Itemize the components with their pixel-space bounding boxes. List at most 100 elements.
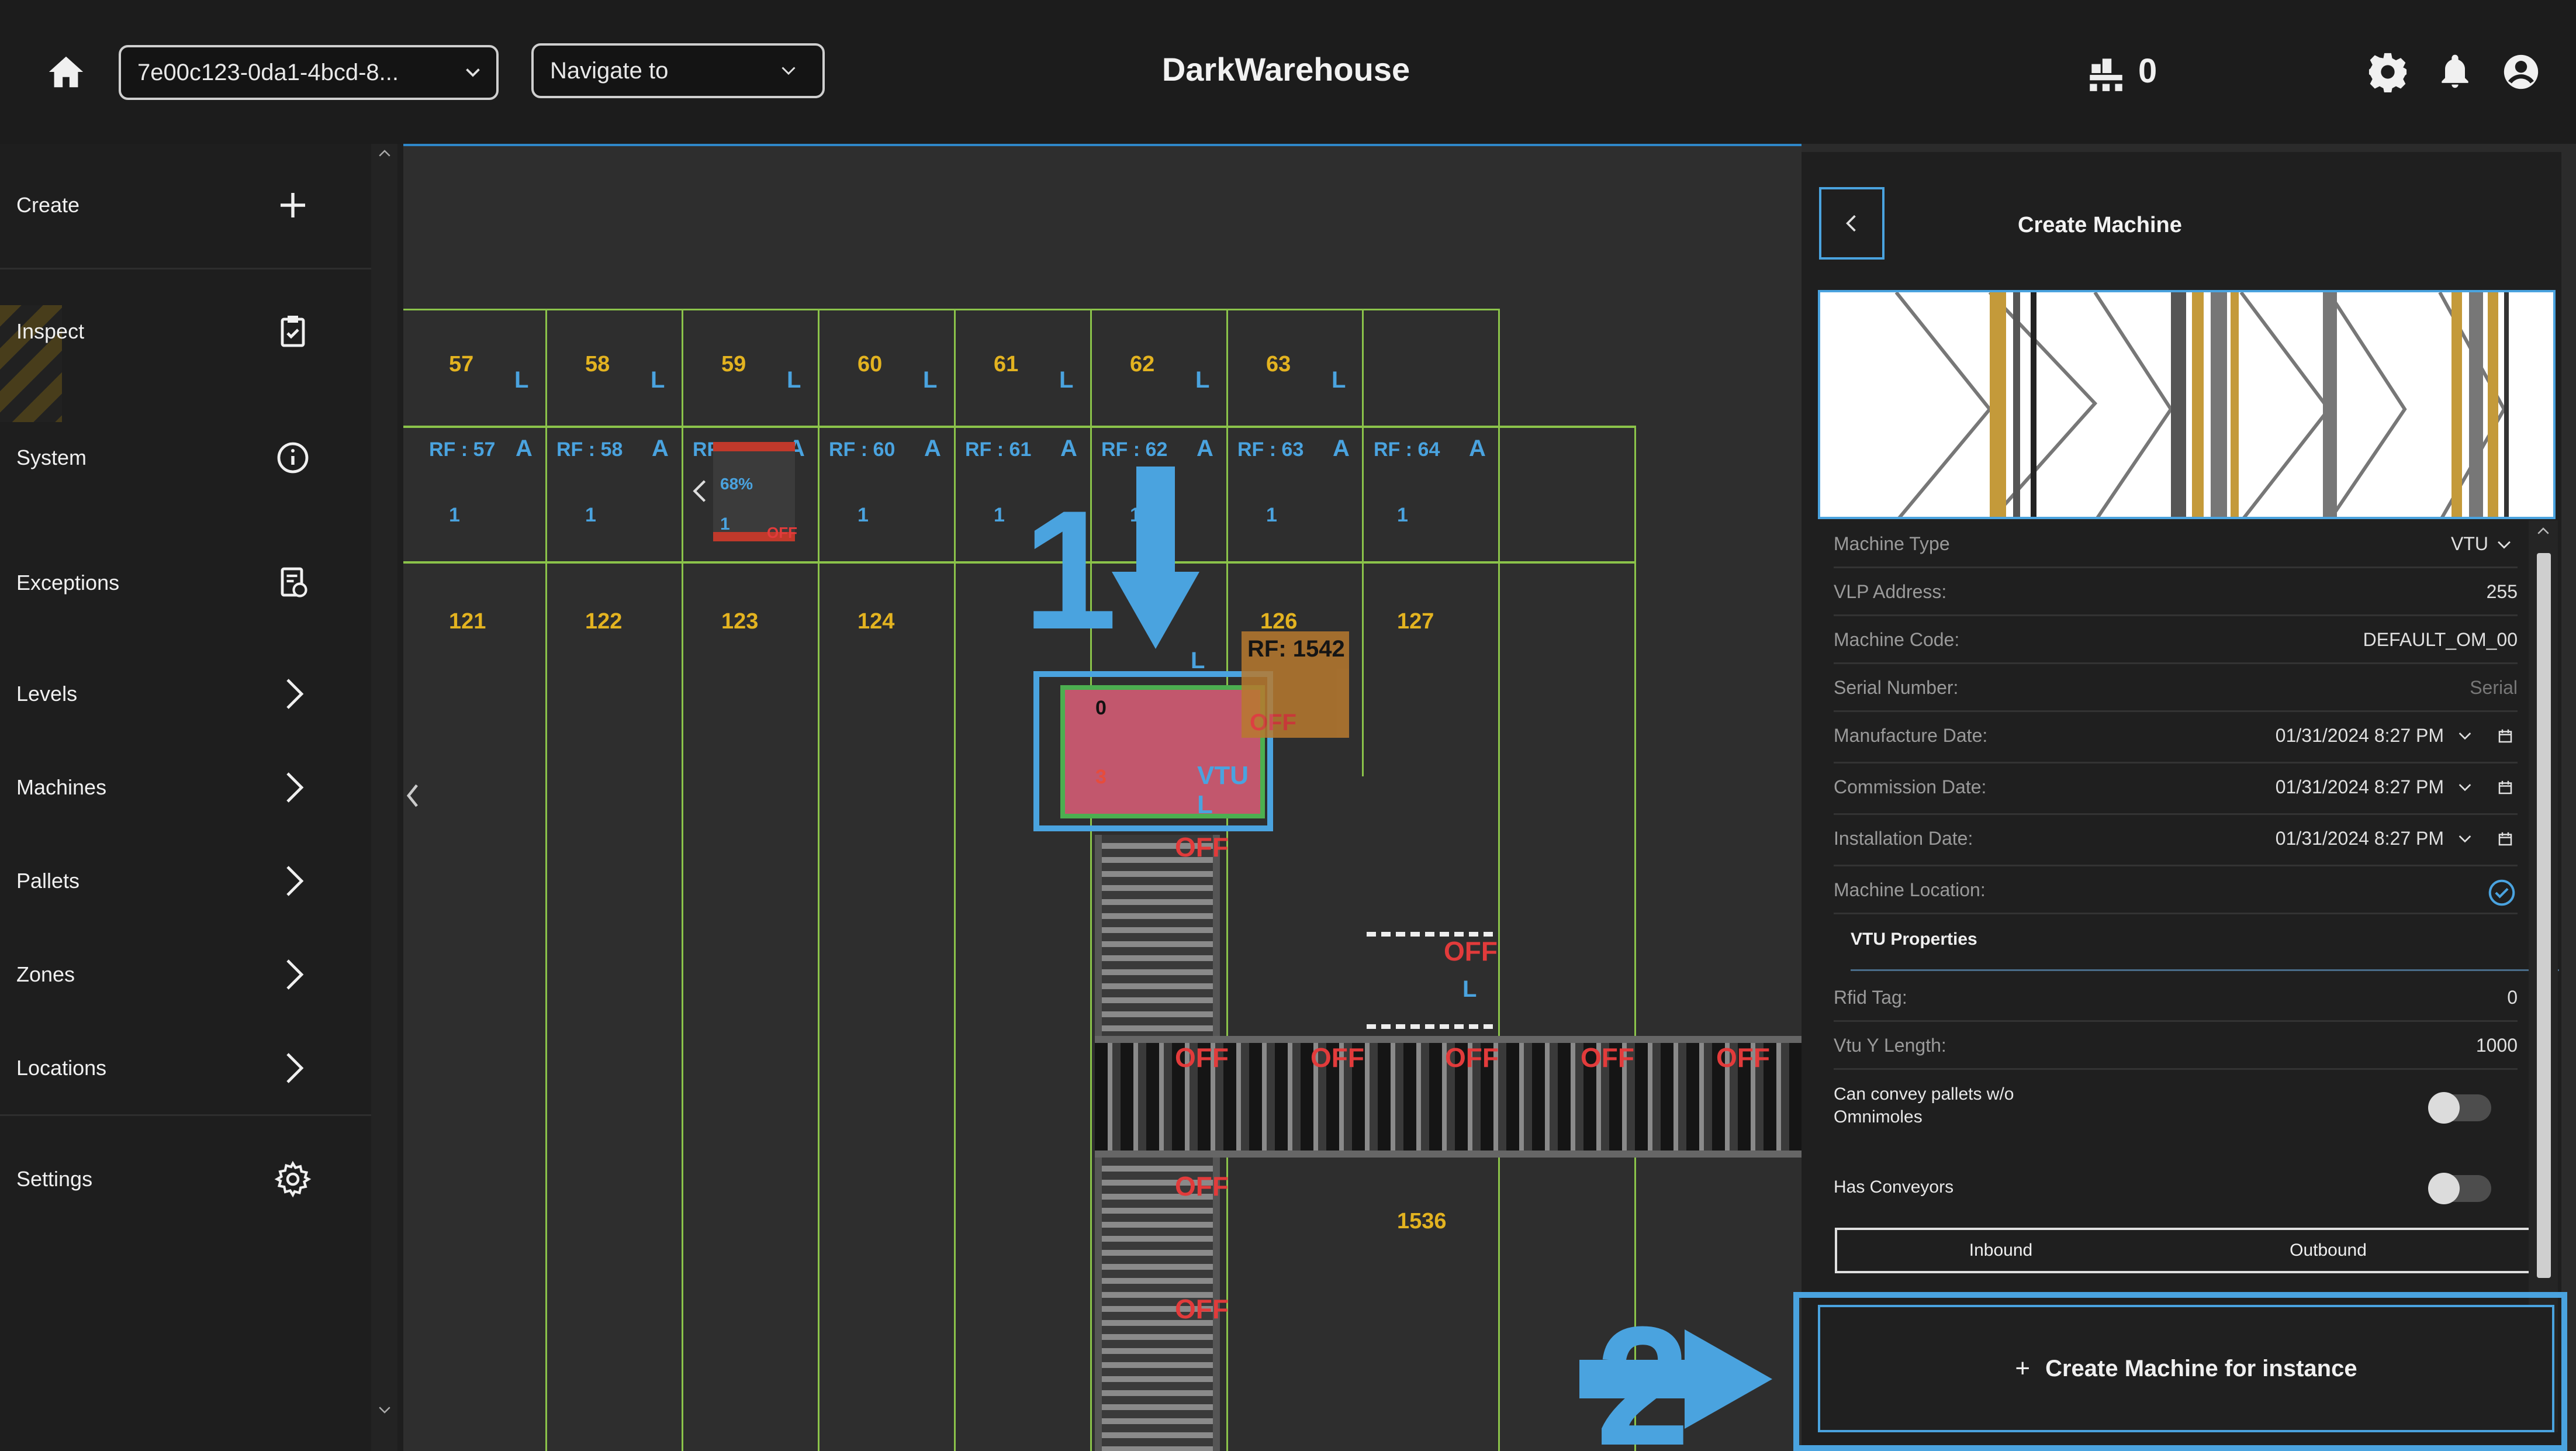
sidebar-item-pallets[interactable]: Pallets [0,849,371,913]
column-label: 57 [449,352,474,376]
sidebar-item-exceptions[interactable]: Exceptions [0,551,371,615]
toggle-label-line: Omnimoles [1834,1107,1923,1127]
chevron-down-icon[interactable] [376,1401,393,1418]
sidebar-item-settings[interactable]: Settings [0,1147,371,1211]
machine-location-row[interactable]: Machine Location: [1834,866,2518,914]
level-l-label: L [514,367,529,393]
sidebar-item-system[interactable]: System [0,426,371,490]
check-circle-icon[interactable] [2486,877,2518,908]
level-l-label: L [1195,367,1210,393]
vtu-y-length-row[interactable]: Vtu Y Length: 1000 [1834,1022,2518,1070]
machine-code-input[interactable]: DEFAULT_OM_00 [2363,629,2518,651]
arrow-down-icon [1112,467,1199,649]
has-conveyors-toggle[interactable] [2428,1173,2491,1204]
rfid-tag-row[interactable]: Rfid Tag: 0 [1834,974,2518,1022]
off-label: OFF [1175,832,1229,862]
manufacture-date-input[interactable]: 01/31/2024 8:27 PM [2276,725,2444,747]
chevron-down-icon [782,67,796,75]
instance-select-value: 7e00c123-0da1-4bcd-8... [137,59,399,85]
sidebar-item-locations[interactable]: Locations [0,1036,371,1100]
navigate-select[interactable]: Navigate to [531,43,825,98]
grid-line [403,426,1636,428]
off-label: OFF [1175,1294,1229,1324]
location-label: 126 [1260,609,1298,634]
section-divider [1851,969,2559,971]
sidebar-item-label: Create [16,193,80,217]
arrow-right-icon [1579,1329,1772,1429]
vtu-y-length-input[interactable]: 1000 [2476,1035,2518,1056]
rfid-tag-input[interactable]: 0 [2507,987,2518,1008]
manufacture-date-row[interactable]: Manufacture Date: 01/31/2024 8:27 PM [1834,712,2518,763]
off-label: OFF [1311,1042,1364,1073]
info-icon [277,442,309,474]
grid-line [954,309,956,1451]
tab-outbound[interactable]: Outbound [2164,1230,2492,1271]
chevron-up-icon[interactable] [376,145,393,163]
back-button[interactable] [1819,187,1885,260]
serial-number-input[interactable]: Serial [2470,677,2518,699]
warehouse-map[interactable]: 57 58 59 60 61 62 63 L L L L L L L RF : … [403,144,1802,1451]
plus-icon [281,193,305,217]
rf-tag-box[interactable]: RF: 1542 OFF [1242,631,1349,738]
gear-icon[interactable] [2367,51,2408,94]
collapse-sidebar-button[interactable] [401,781,424,810]
bell-icon[interactable] [2435,51,2475,91]
off-label: OFF [1175,1171,1229,1201]
sidebar-item-levels[interactable]: Levels [0,662,371,726]
installation-date-row[interactable]: Installation Date: 01/31/2024 8:27 PM [1834,815,2518,866]
machine-type-select[interactable]: VTU [2451,533,2488,555]
commission-date-input[interactable]: 01/31/2024 8:27 PM [2276,776,2444,798]
chevron-left-icon [691,479,708,503]
sidebar-item-zones[interactable]: Zones [0,942,371,1007]
chevron-right-icon [286,866,304,896]
sidebar-item-create[interactable]: Create [0,173,371,237]
account-icon[interactable] [2501,51,2542,92]
vlp-address-row[interactable]: VLP Address: 255 [1834,568,2518,616]
machine-preview-image [1818,290,2556,519]
chevron-down-icon [2498,541,2511,549]
field-label: Rfid Tag: [1834,987,1907,1008]
chevron-right-icon [286,959,304,990]
level-l-label: L [787,367,801,393]
sidebar-item-inspect[interactable]: Inspect [0,299,371,364]
create-machine-button[interactable]: + Create Machine for instance [1818,1305,2554,1432]
machine-type-row[interactable]: Machine Type VTU [1834,520,2518,568]
tab-inbound[interactable]: Inbound [1837,1230,2164,1271]
vtu-machine[interactable]: 0 3 VTU L [1060,685,1265,819]
rf-label: RF : 63 [1237,438,1304,461]
field-label: Vtu Y Length: [1834,1035,1946,1056]
sidebar-scrollbar[interactable] [371,144,397,1451]
machine-code-row[interactable]: Machine Code: DEFAULT_OM_00 [1834,616,2518,664]
sidebar-item-machines[interactable]: Machines [0,755,371,820]
battery-one: 1 [720,514,730,534]
grid-line [545,309,547,1451]
off-label: OFF [1716,1042,1770,1073]
app-title: DarkWarehouse [1161,51,1410,88]
chevron-down-icon [2459,733,2471,740]
chevron-up-icon[interactable] [2534,523,2552,540]
calendar-icon[interactable] [2497,830,2514,848]
rf-label: RF : 62 [1101,438,1168,461]
shuttle-robot[interactable]: 68% 1 OFF [713,442,797,541]
calendar-icon[interactable] [2497,727,2514,745]
annotation-1: 1 [1023,475,1118,665]
rf-label: RF : 58 [556,438,623,461]
installation-date-input[interactable]: 01/31/2024 8:27 PM [2276,828,2444,849]
commission-date-row[interactable]: Commission Date: 01/31/2024 8:27 PM [1834,763,2518,815]
create-machine-panel: Create Machine Machine Type VTU VLP Addr… [1802,152,2561,1451]
off-label: OFF [1445,1042,1499,1073]
off-label: OFF [1444,936,1498,966]
vlp-address-input[interactable]: 255 [2487,581,2518,603]
one-label: 1 [1397,504,1408,526]
a-label: A [1469,436,1486,461]
field-label: Serial Number: [1834,677,1959,698]
location-label: 127 [1397,609,1434,634]
convey-without-omnimoles-toggle[interactable] [2428,1092,2491,1124]
chevron-down-icon [2459,835,2471,843]
scrollbar-thumb[interactable] [2537,553,2551,1278]
serial-number-row[interactable]: Serial Number: Serial [1834,664,2518,712]
pallets-icon[interactable] [2084,51,2128,95]
calendar-icon[interactable] [2497,779,2514,796]
instance-select[interactable]: 7e00c123-0da1-4bcd-8... [119,45,499,100]
home-icon[interactable] [46,51,87,92]
